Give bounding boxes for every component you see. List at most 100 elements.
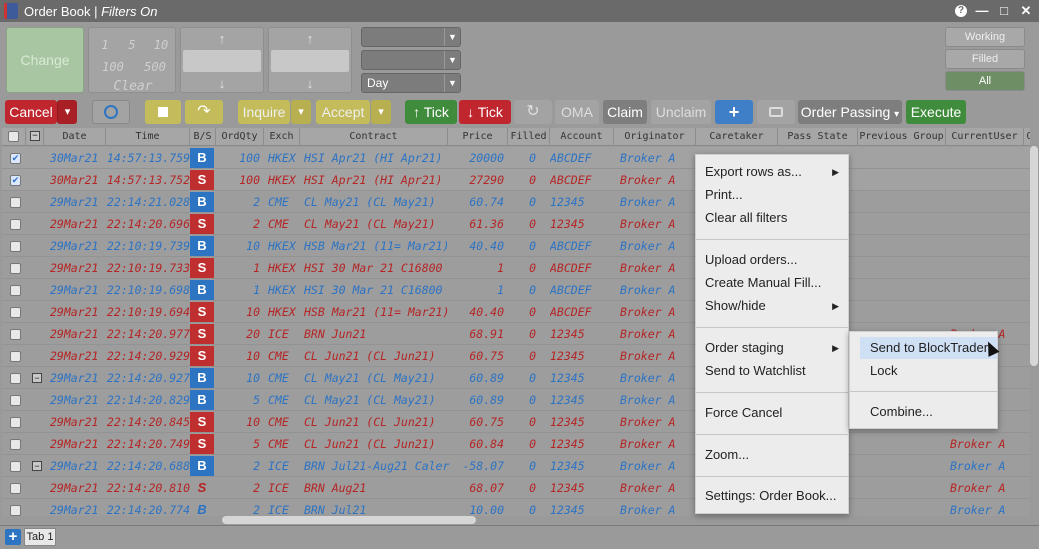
menu-export-rows[interactable]: Export rows as... ▶	[696, 161, 848, 183]
col-account[interactable]: Account	[550, 128, 614, 146]
accept-button[interactable]: Accept	[316, 100, 370, 124]
maximize-icon[interactable]: □	[997, 3, 1011, 19]
col-originator[interactable]: Originator	[614, 128, 696, 146]
row-checkbox[interactable]	[10, 483, 21, 494]
up-arrow-icon[interactable]: ↑	[181, 31, 263, 47]
inquire-button[interactable]: Inquire	[238, 100, 290, 124]
col-price[interactable]: Price	[448, 128, 508, 146]
table-row[interactable]: 29Mar21 22:14:20.696 S 2 CME CL May21 (CL May…	[2, 213, 1030, 235]
collapse-icon[interactable]: −	[30, 131, 40, 141]
row-checkbox[interactable]	[10, 461, 21, 472]
row-checkbox[interactable]	[10, 439, 21, 450]
menu-combine[interactable]: Combine...	[850, 401, 997, 423]
table-row[interactable]: ✔ 30Mar21 14:57:13.752 S 100 HKEX HSI Apr21 (H…	[2, 169, 1030, 191]
tab-all[interactable]: All	[945, 71, 1025, 91]
refresh-button[interactable]: ↻	[514, 100, 552, 124]
tab-working[interactable]: Working	[945, 27, 1025, 47]
row-checkbox[interactable]	[10, 351, 21, 362]
execute-button[interactable]: Execute	[906, 100, 966, 124]
horizontal-scrollbar[interactable]	[222, 516, 476, 524]
row-checkbox[interactable]	[10, 307, 21, 318]
row-collapse-icon[interactable]: −	[32, 461, 42, 471]
col-ordqty[interactable]: OrdQty	[216, 128, 264, 146]
up-arrow-icon[interactable]: ↑	[269, 31, 351, 47]
col-time[interactable]: Time	[106, 128, 190, 146]
table-row[interactable]: ✔ 30Mar21 14:57:13.759 B 100 HKEX HSI Apr21 (H…	[2, 147, 1030, 169]
menu-print[interactable]: Print...	[696, 184, 848, 206]
menu-zoom[interactable]: Zoom...	[696, 444, 848, 466]
qty-5-button[interactable]: 5	[122, 34, 142, 56]
table-row[interactable]: 29Mar21 22:10:19.739 B 10 HKEX HSB Mar21 (11=…	[2, 235, 1030, 257]
claim-button[interactable]: Claim	[603, 100, 647, 124]
col-current-user[interactable]: CurrentUser	[946, 128, 1024, 146]
row-checkbox[interactable]	[10, 219, 21, 230]
menu-lock[interactable]: Lock	[850, 360, 997, 382]
stop-button[interactable]	[145, 100, 181, 124]
table-row[interactable]: 29Mar21 22:14:21.028 B 2 CME CL May21 (CL May…	[2, 191, 1030, 213]
row-checkbox[interactable]	[10, 263, 21, 274]
row-checkbox[interactable]	[10, 505, 21, 516]
table-row[interactable]: −29Mar21 22:14:20.688 B 2 ICE BRN Jul21-Aug21…	[2, 455, 1030, 477]
inquire-dropdown-icon[interactable]: ▾	[291, 100, 311, 124]
buy-tick-button[interactable]: ↑ Tick	[405, 100, 457, 124]
add-tab-button[interactable]: +	[5, 529, 21, 545]
clear-button[interactable]: Clear	[95, 76, 171, 98]
row-checkbox[interactable]	[10, 241, 21, 252]
col-exch[interactable]: Exch	[264, 128, 300, 146]
row-checkbox[interactable]: ✔	[10, 175, 21, 186]
close-icon[interactable]: ✕	[1019, 3, 1033, 19]
menu-clear-filters[interactable]: Clear all filters	[696, 207, 848, 229]
tab-filled[interactable]: Filled	[945, 49, 1025, 69]
table-row[interactable]: 29Mar21 22:10:19.733 S 1 HKEX HSI 30 Mar 21 C…	[2, 257, 1030, 279]
down-arrow-icon[interactable]: ↓	[269, 76, 351, 92]
row-checkbox[interactable]	[10, 197, 21, 208]
menu-send-to-watchlist[interactable]: Send to Watchlist	[696, 360, 848, 382]
menu-force-cancel[interactable]: Force Cancel	[696, 402, 848, 424]
table-row[interactable]: 29Mar21 22:14:20.774 B 2 ICE BRN Jul21 10.00 0 1…	[2, 499, 1030, 516]
col-pass-state[interactable]: Pass State	[778, 128, 858, 146]
menu-send-to-blocktrader[interactable]: Send to BlockTrader	[860, 337, 997, 359]
unclaim-button[interactable]: Unclaim	[651, 100, 711, 124]
row-checkbox[interactable]	[10, 329, 21, 340]
price-type-dropdown[interactable]: ▼	[361, 50, 461, 70]
menu-upload-orders[interactable]: Upload orders...	[696, 249, 848, 271]
col-previous-group[interactable]: Previous Group	[858, 128, 946, 146]
table-row[interactable]: 29Mar21 22:14:20.810 S 2 ICE BRN Aug21 68.07 0 1…	[2, 477, 1030, 499]
cancel-dropdown-icon[interactable]: ▾	[57, 100, 77, 124]
minimize-icon[interactable]: —	[975, 3, 989, 19]
table-row[interactable]: 29Mar21 22:14:20.749 S 5 CME CL Jun21 (CL Jun…	[2, 433, 1030, 455]
duration-dropdown[interactable]: Day ▼	[361, 73, 461, 93]
select-all-header[interactable]	[2, 128, 26, 146]
accept-dropdown-icon[interactable]: ▾	[371, 100, 391, 124]
table-row[interactable]: 29Mar21 22:10:19.698 B 1 HKEX HSI 30 Mar 21 C…	[2, 279, 1030, 301]
change-button[interactable]: Change	[6, 27, 84, 93]
row-checkbox[interactable]	[10, 373, 21, 384]
col-caretaker[interactable]: Caretaker	[696, 128, 778, 146]
row-checkbox[interactable]	[10, 285, 21, 296]
row-checkbox[interactable]	[10, 395, 21, 406]
down-arrow-icon[interactable]: ↓	[181, 76, 263, 92]
price-input[interactable]	[183, 50, 261, 72]
row-checkbox[interactable]	[10, 417, 21, 428]
add-order-button[interactable]: +	[715, 100, 753, 124]
menu-order-staging[interactable]: Order staging ▶	[696, 337, 848, 359]
vertical-scrollbar[interactable]	[1030, 146, 1038, 366]
col-contract[interactable]: Contract	[300, 128, 448, 146]
sell-tick-button[interactable]: ↓ Tick	[459, 100, 511, 124]
qty-10-button[interactable]: 10	[149, 34, 173, 56]
row-checkbox[interactable]: ✔	[10, 153, 21, 164]
help-icon[interactable]: ?	[955, 5, 967, 17]
forward-button[interactable]: ↷	[185, 100, 223, 124]
select-all-checkbox[interactable]	[8, 131, 19, 142]
menu-settings-order-book[interactable]: Settings: Order Book...	[696, 485, 848, 507]
qty-500-button[interactable]: 500	[137, 56, 173, 78]
col-or[interactable]: Or	[1024, 128, 1030, 146]
history-button[interactable]	[92, 100, 130, 124]
qty-1-button[interactable]: 1	[95, 34, 115, 56]
tab-1[interactable]: Tab 1	[24, 528, 56, 546]
oma-button[interactable]: OMA	[555, 100, 599, 124]
order-passing-button[interactable]: Order Passing ▾	[798, 100, 902, 124]
qty-input[interactable]	[271, 50, 349, 72]
cancel-button[interactable]: Cancel	[5, 100, 57, 124]
table-row[interactable]: 29Mar21 22:10:19.694 S 10 HKEX HSB Mar21 (11=…	[2, 301, 1030, 323]
